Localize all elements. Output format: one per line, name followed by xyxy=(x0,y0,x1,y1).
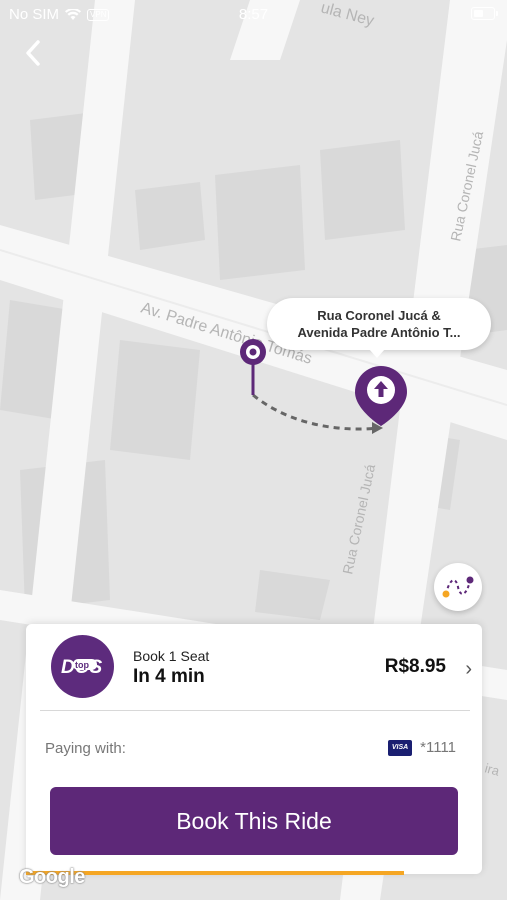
back-chevron-icon[interactable] xyxy=(20,38,48,68)
ride-type-label: Book 1 Seat xyxy=(133,648,210,664)
visa-card-icon[interactable]: VISA xyxy=(388,740,412,756)
pickup-location-bubble[interactable]: Rua Coronel Jucá & Avenida Padre Antônio… xyxy=(267,298,491,358)
card-number[interactable]: *1111 xyxy=(420,739,456,756)
pickup-line-1: Rua Coronel Jucá & xyxy=(317,308,441,323)
route-toggle-button[interactable] xyxy=(434,563,482,611)
price-label[interactable]: R$8.95 xyxy=(385,656,446,678)
route-icon xyxy=(442,576,474,598)
book-ride-button[interactable]: Book This Ride xyxy=(50,787,458,855)
battery-icon xyxy=(471,7,498,20)
status-time: 8:57 xyxy=(238,6,269,23)
google-attribution: Google xyxy=(19,866,85,888)
brand-logo: DOS top xyxy=(51,635,114,698)
paying-with-label: Paying with: xyxy=(45,740,126,757)
ride-summary-card: DOS top Book 1 Seat In 4 min R$8.95 › Pa… xyxy=(26,624,482,874)
progress-bar xyxy=(26,871,482,875)
eta-label: In 4 min xyxy=(133,666,205,687)
divider xyxy=(40,710,470,711)
brand-logo-text: top xyxy=(75,660,89,670)
pickup-line-2: Avenida Padre Antônio T... xyxy=(297,325,461,340)
chevron-right-icon[interactable]: › xyxy=(465,658,472,681)
status-bar: No SIM VPN 8:57 xyxy=(0,0,507,28)
